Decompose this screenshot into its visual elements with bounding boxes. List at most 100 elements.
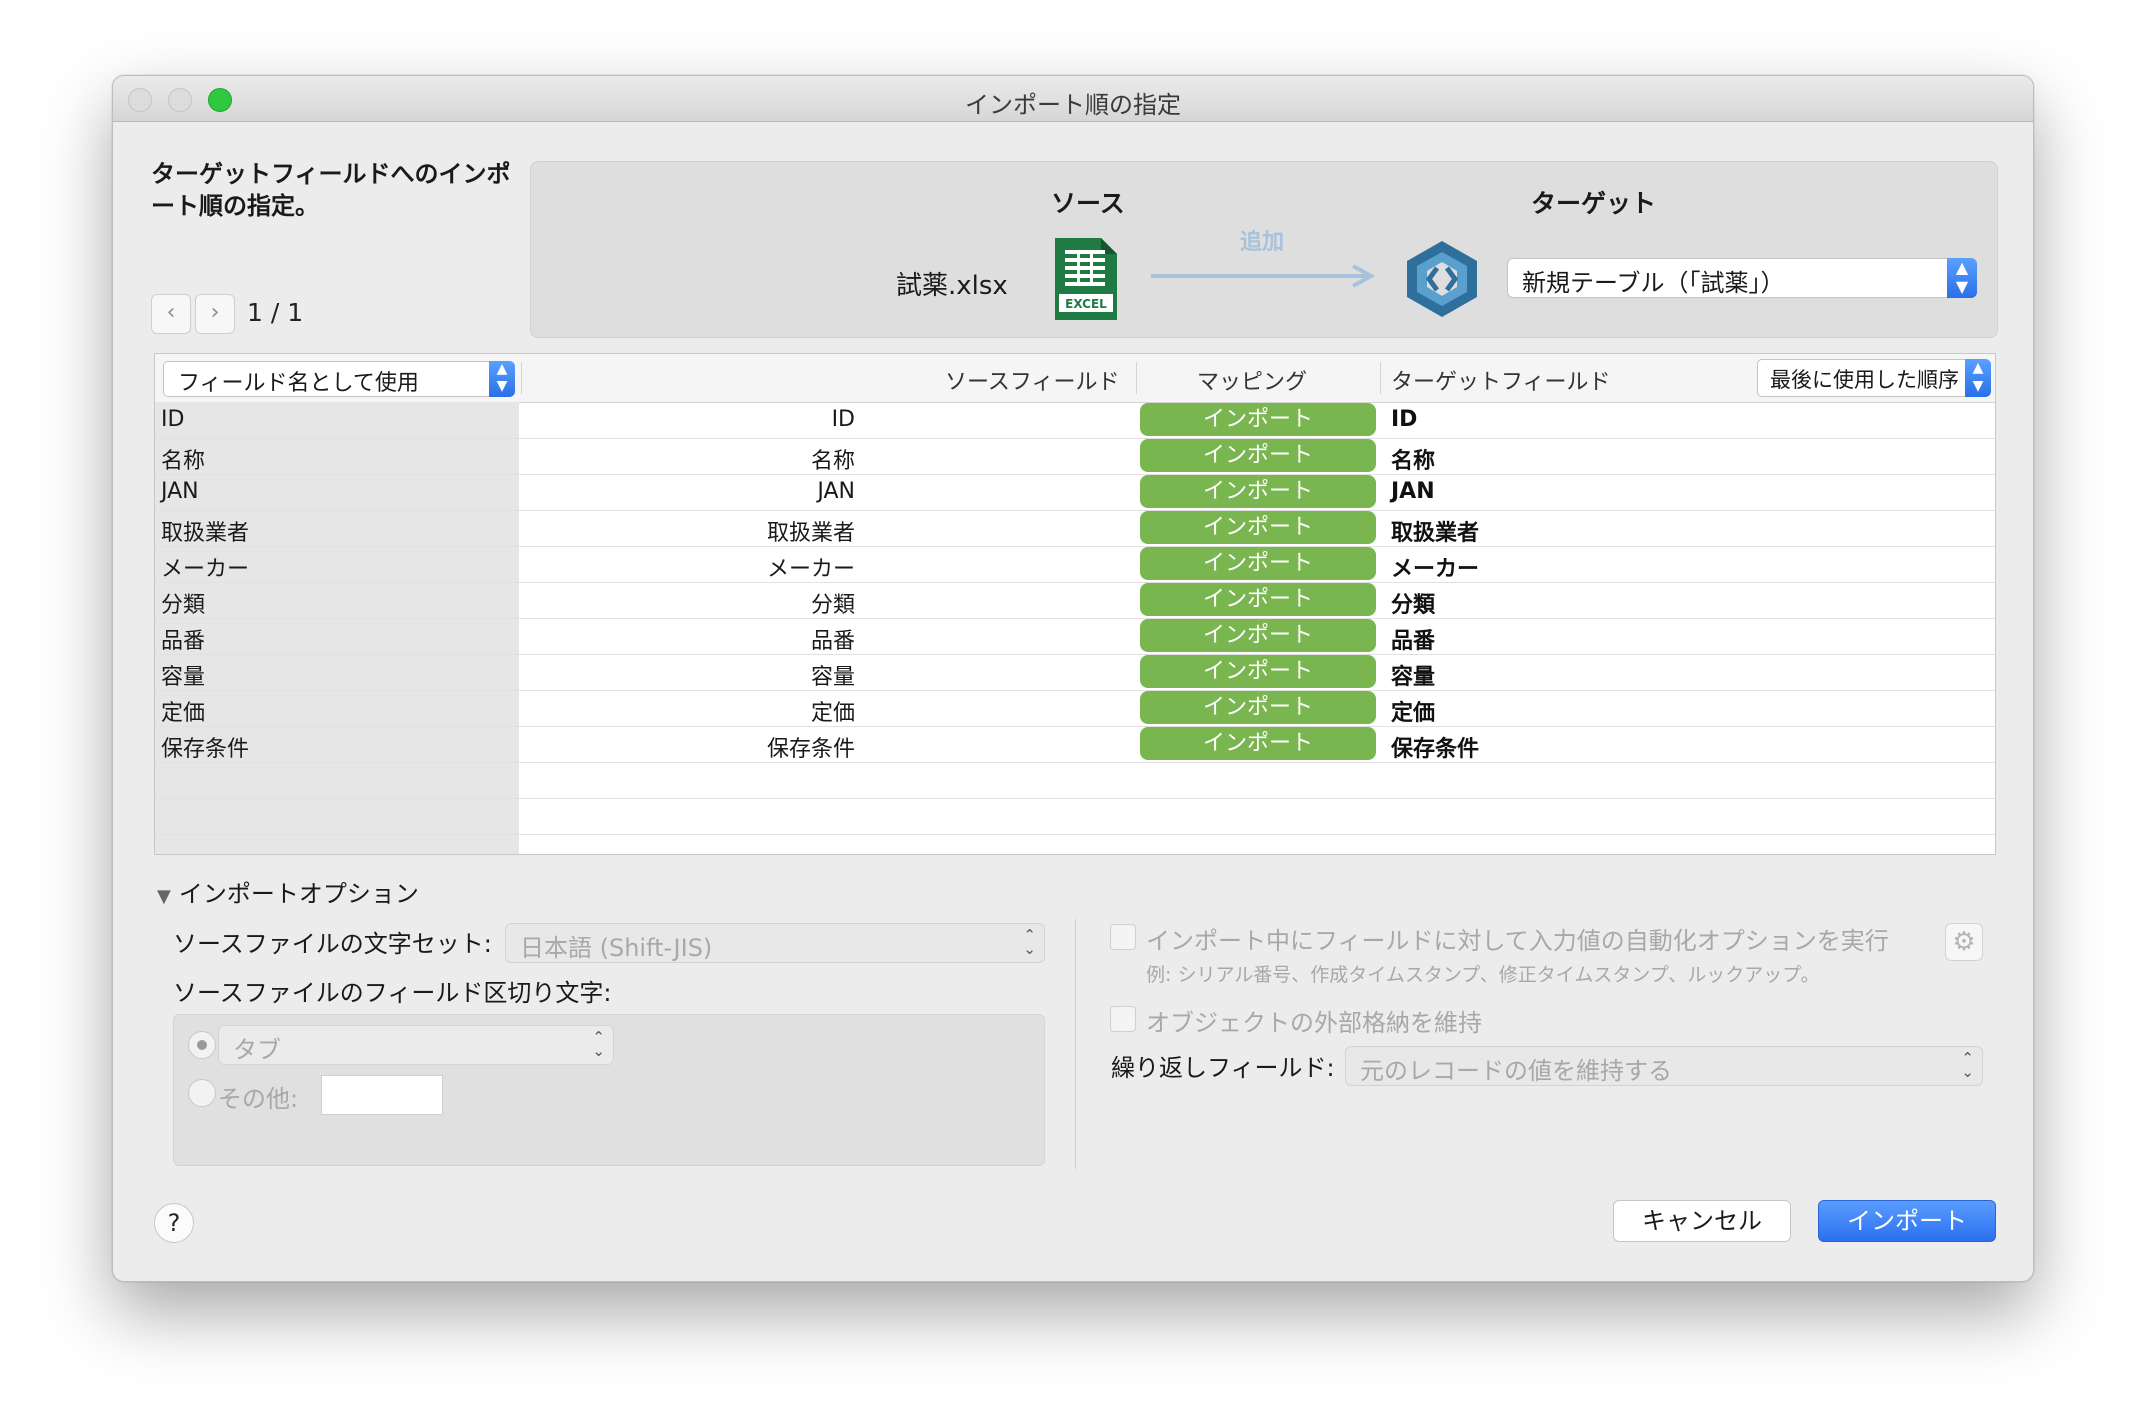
row-target-field: 取扱業者 <box>1391 521 1480 546</box>
row-left-name: 保存条件 <box>161 737 250 762</box>
table-row[interactable]: ID ID インポート ID <box>155 402 1995 439</box>
row-target-field: 保存条件 <box>1391 737 1480 762</box>
row-source-field: 品番 <box>810 629 855 654</box>
repeat-field-label: 繰り返しフィールド: <box>1111 1054 1335 1082</box>
column-divider <box>1136 362 1137 394</box>
table-row[interactable]: 分類 分類 インポート 分類 <box>155 582 1995 619</box>
tab-radio[interactable] <box>188 1031 216 1059</box>
delimiter-group: タブ ⌃ ⌄ その他: <box>173 1014 1045 1166</box>
import-button[interactable]: インポート <box>1818 1200 1996 1242</box>
filemaker-icon <box>1407 241 1477 317</box>
source-label: ソース <box>1051 189 1125 218</box>
charset-select[interactable]: 日本語 (Shift-JIS) ⌃ ⌄ <box>505 923 1045 963</box>
import-options-heading: インポートオプション <box>178 880 419 908</box>
tab-select[interactable]: タブ ⌃ ⌄ <box>218 1025 614 1065</box>
page-counter: 1 / 1 <box>247 298 304 327</box>
row-target-field: 容量 <box>1391 665 1436 690</box>
title-bar: インポート順の指定 <box>113 76 2033 122</box>
arrow-right-icon <box>1151 264 1376 288</box>
repeat-field-select[interactable]: 元のレコードの値を維持する ⌃ ⌄ <box>1345 1046 1983 1086</box>
import-options-disclosure[interactable]: ▼ インポートオプション <box>157 874 419 909</box>
excel-badge-text: EXCEL <box>1065 297 1107 311</box>
row-left-name: 分類 <box>161 593 206 618</box>
table-row[interactable]: 品番 品番 インポート 品番 <box>155 618 1995 655</box>
mapping-pill[interactable]: インポート <box>1140 511 1376 544</box>
mapping-pill[interactable]: インポート <box>1140 727 1376 760</box>
row-target-field: メーカー <box>1391 557 1480 582</box>
field-names-select-value: フィールド名として使用 <box>178 371 419 396</box>
table-header: フィールド名として使用 ▲ ▼ ソースフィールド マッピング ターゲットフィールド… <box>155 354 1995 403</box>
column-header-target: ターゲットフィールド <box>1391 370 1611 395</box>
stepper-icon: ⌃ ⌄ <box>592 1028 605 1060</box>
field-mapping-table: フィールド名として使用 ▲ ▼ ソースフィールド マッピング ターゲットフィールド… <box>154 353 1996 855</box>
chevron-right-icon[interactable]: › <box>195 294 235 334</box>
row-left-name: 名称 <box>161 449 206 474</box>
target-label: ターゲット <box>1531 189 1657 218</box>
options-divider <box>1075 919 1076 1169</box>
excel-file-icon: EXCEL <box>1055 238 1117 320</box>
other-radio[interactable] <box>188 1079 216 1107</box>
row-left-name: JAN <box>161 479 199 504</box>
row-left-name: ID <box>161 407 185 432</box>
table-row[interactable]: メーカー メーカー インポート メーカー <box>155 546 1995 583</box>
row-target-field: 定価 <box>1391 701 1436 726</box>
mapping-pill[interactable]: インポート <box>1140 439 1376 472</box>
order-select-value: 最後に使用した順序 <box>1770 368 1959 392</box>
table-row[interactable]: 保存条件 保存条件 インポート 保存条件 <box>155 726 1995 763</box>
order-select[interactable]: 最後に使用した順序 ▲ ▼ <box>1757 359 1991 397</box>
page-heading: ターゲットフィールドへのインポート順の指定。 <box>151 160 511 220</box>
target-table-select[interactable]: 新規テーブル（「試薬」） ▲ ▼ <box>1507 258 1977 298</box>
mapping-pill[interactable]: インポート <box>1140 403 1376 436</box>
column-header-mapping: マッピング <box>1197 370 1308 395</box>
row-target-field: ID <box>1391 407 1418 432</box>
tab-select-value: タブ <box>233 1036 281 1064</box>
row-left-name: 取扱業者 <box>161 521 250 546</box>
help-button[interactable]: ? <box>154 1203 194 1243</box>
table-row[interactable]: JAN JAN インポート JAN <box>155 474 1995 511</box>
row-source-field: 取扱業者 <box>766 521 855 546</box>
mapping-pill[interactable]: インポート <box>1140 619 1376 652</box>
column-divider <box>1380 362 1381 394</box>
column-header-source: ソースフィールド <box>945 370 1120 395</box>
mapping-pill[interactable]: インポート <box>1140 655 1376 688</box>
delimiter-label: ソースファイルのフィールド区切り文字: <box>173 979 612 1007</box>
chevron-left-icon[interactable]: ‹ <box>151 294 191 334</box>
mapping-pill[interactable]: インポート <box>1140 475 1376 508</box>
row-source-field: 分類 <box>810 593 855 618</box>
source-filename: 試薬.xlsx <box>896 271 1008 301</box>
row-source-field: 保存条件 <box>766 737 855 762</box>
table-row[interactable]: 容量 容量 インポート 容量 <box>155 654 1995 691</box>
mapping-pill[interactable]: インポート <box>1140 547 1376 580</box>
row-source-field: メーカー <box>766 557 855 582</box>
row-target-field: JAN <box>1391 479 1435 504</box>
mapping-pill[interactable]: インポート <box>1140 583 1376 616</box>
row-target-field: 名称 <box>1391 449 1436 474</box>
charset-value: 日本語 (Shift-JIS) <box>520 934 713 962</box>
mapping-pill[interactable]: インポート <box>1140 691 1376 724</box>
row-source-field: JAN <box>817 479 855 504</box>
auto-enter-checkbox[interactable] <box>1110 924 1136 950</box>
other-delimiter-input[interactable] <box>321 1075 443 1115</box>
cancel-button[interactable]: キャンセル <box>1613 1200 1791 1242</box>
table-row <box>155 762 1995 799</box>
source-target-panel: ソース ターゲット 試薬.xlsx EXCEL 追加 新規テーブル（「試薬」） … <box>530 161 1998 338</box>
table-row <box>155 798 1995 835</box>
row-left-name: 容量 <box>161 665 206 690</box>
auto-enter-example: 例: シリアル番号、作成タイムスタンプ、修正タイムスタンプ、ルックアップ。 <box>1146 964 1820 986</box>
row-source-field: 容量 <box>810 665 855 690</box>
repeat-field-value: 元のレコードの値を維持する <box>1360 1057 1672 1085</box>
row-source-field: 定価 <box>810 701 855 726</box>
charset-label: ソースファイルの文字セット: <box>173 930 492 958</box>
row-left-name: 品番 <box>161 629 206 654</box>
field-names-select[interactable]: フィールド名として使用 ▲ ▼ <box>163 361 515 397</box>
table-row[interactable]: 取扱業者 取扱業者 インポート 取扱業者 <box>155 510 1995 547</box>
window-title: インポート順の指定 <box>965 91 1181 119</box>
stepper-icon: ⌃ ⌄ <box>1961 1049 1974 1081</box>
gear-icon[interactable]: ⚙ <box>1945 923 1983 961</box>
row-source-field: ID <box>831 407 855 432</box>
table-row[interactable]: 名称 名称 インポート 名称 <box>155 438 1995 475</box>
stepper-icon: ▲ ▼ <box>489 361 515 397</box>
table-row[interactable]: 定価 定価 インポート 定価 <box>155 690 1995 727</box>
row-left-name: 定価 <box>161 701 206 726</box>
keep-external-checkbox[interactable] <box>1110 1006 1136 1032</box>
